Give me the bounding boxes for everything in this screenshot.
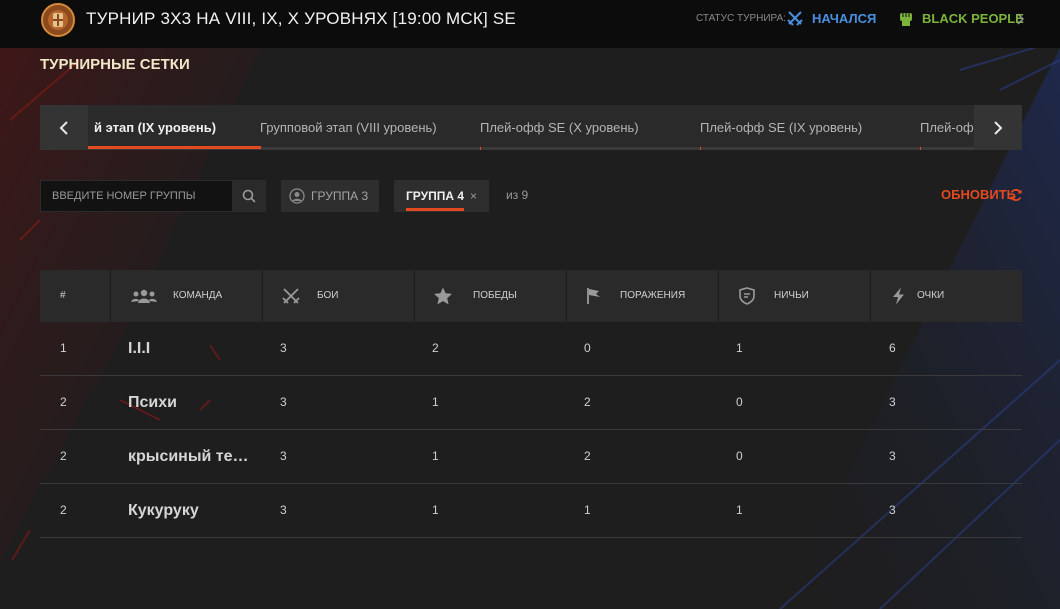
section-title: ТУРНИРНЫЕ СЕТКИ bbox=[40, 56, 190, 73]
points-cell: 3 bbox=[889, 449, 896, 463]
crossed-swords-icon bbox=[282, 288, 300, 304]
header-battles-label: БОИ bbox=[317, 290, 339, 301]
standings-table: # КОМАНДА БОИ ПОБЕДЫ ПОРАЖЕНИЯ НИЧЬИ ОЧК… bbox=[40, 270, 1022, 538]
rank-cell: 1 bbox=[60, 341, 67, 355]
battles-cell: 3 bbox=[280, 341, 287, 355]
tabs-viewport: й этап (IX уровень) Групповой этап (VIII… bbox=[88, 105, 974, 150]
star-icon bbox=[434, 287, 452, 305]
rank-cell: 2 bbox=[60, 503, 67, 517]
tab-stage-4[interactable]: Плей-офф SE (IX уровень) bbox=[700, 105, 862, 150]
tab-stage-3[interactable]: Плей-офф SE (X уровень) bbox=[480, 105, 639, 150]
flag-icon bbox=[587, 288, 600, 304]
top-bar: ТУРНИР 3Х3 НА VIII, IX, X УРОВНЯХ [19:00… bbox=[0, 0, 1060, 48]
draws-cell: 1 bbox=[736, 341, 743, 355]
tab-stage-5[interactable]: Плей-оф bbox=[920, 105, 974, 150]
table-row[interactable]: 2 Психи 3 1 2 0 3 bbox=[40, 376, 1022, 430]
points-cell: 3 bbox=[889, 395, 896, 409]
battles-cell: 3 bbox=[280, 395, 287, 409]
chevron-right-icon bbox=[994, 120, 1003, 135]
close-icon[interactable]: × bbox=[470, 180, 477, 212]
header-team[interactable]: КОМАНДА bbox=[110, 270, 262, 322]
draws-cell: 0 bbox=[736, 395, 743, 409]
team-icon bbox=[131, 289, 157, 303]
status-label: СТАТУС ТУРНИРА: bbox=[696, 13, 787, 24]
table-row[interactable]: 2 крысиный те… 3 1 2 0 3 bbox=[40, 430, 1022, 484]
team-name-cell[interactable]: Психи bbox=[128, 376, 177, 429]
header-draws-label: НИЧЬИ bbox=[774, 290, 809, 301]
chevron-right-icon[interactable] bbox=[1016, 13, 1024, 25]
wins-cell: 1 bbox=[432, 449, 439, 463]
header-points-label: ОЧКИ bbox=[917, 290, 945, 301]
wins-cell: 2 bbox=[432, 341, 439, 355]
wins-cell: 1 bbox=[432, 395, 439, 409]
header-battles[interactable]: БОИ bbox=[262, 270, 414, 322]
battles-cell: 3 bbox=[280, 503, 287, 517]
user-circle-icon bbox=[289, 188, 305, 204]
stage-tabs: й этап (IX уровень) Групповой этап (VIII… bbox=[40, 105, 1022, 150]
tournament-title: ТУРНИР 3Х3 НА VIII, IX, X УРОВНЯХ [19:00… bbox=[86, 9, 516, 28]
header-rank-label: # bbox=[60, 290, 66, 301]
losses-cell: 2 bbox=[584, 395, 591, 409]
header-losses-label: ПОРАЖЕНИЯ bbox=[620, 290, 686, 301]
header-rank[interactable]: # bbox=[40, 270, 110, 322]
battles-cell: 3 bbox=[280, 449, 287, 463]
rank-cell: 2 bbox=[60, 395, 67, 409]
refresh-button[interactable]: ОБНОВИТЬ bbox=[941, 187, 1016, 202]
points-cell: 6 bbox=[889, 341, 896, 355]
tabs-next-button[interactable] bbox=[974, 105, 1022, 150]
tabs-prev-button[interactable] bbox=[40, 105, 88, 150]
group-3-label: ГРУППА 3 bbox=[311, 189, 369, 203]
search-button[interactable] bbox=[232, 181, 265, 211]
table-row[interactable]: 1 I.I.I 3 2 0 1 6 bbox=[40, 322, 1022, 376]
team-name-cell[interactable]: крысиный те… bbox=[128, 430, 249, 483]
header-draws[interactable]: НИЧЬИ bbox=[718, 270, 870, 322]
group-number-input[interactable] bbox=[41, 181, 231, 211]
draws-cell: 1 bbox=[736, 503, 743, 517]
group-4-chip[interactable]: ГРУППА 4 × bbox=[394, 180, 489, 212]
group-4-label: ГРУППА 4 bbox=[406, 189, 465, 203]
rank-cell: 2 bbox=[60, 449, 67, 463]
group-search bbox=[40, 180, 266, 212]
header-wins-label: ПОБЕДЫ bbox=[473, 290, 517, 301]
wins-cell: 1 bbox=[432, 503, 439, 517]
group-3-chip[interactable]: ГРУППА 3 bbox=[281, 180, 379, 212]
refresh-icon[interactable] bbox=[1009, 188, 1023, 202]
tournament-emblem-icon[interactable] bbox=[40, 2, 76, 38]
team-name-cell[interactable]: I.I.I bbox=[128, 322, 150, 375]
table-header: # КОМАНДА БОИ ПОБЕДЫ ПОРАЖЕНИЯ НИЧЬИ ОЧК… bbox=[40, 270, 1022, 322]
search-icon bbox=[242, 189, 256, 203]
header-wins[interactable]: ПОБЕДЫ bbox=[414, 270, 566, 322]
status-value: НАЧАЛСЯ bbox=[812, 11, 877, 26]
fist-icon bbox=[900, 13, 912, 26]
team-name-cell[interactable]: Кукуруку bbox=[128, 484, 199, 537]
header-points[interactable]: ОЧКИ bbox=[870, 270, 1022, 322]
active-group-underline bbox=[406, 208, 464, 211]
header-losses[interactable]: ПОРАЖЕНИЯ bbox=[566, 270, 718, 322]
shield-icon bbox=[739, 287, 755, 305]
active-tab-underline bbox=[88, 146, 261, 149]
losses-cell: 1 bbox=[584, 503, 591, 517]
table-row[interactable]: 2 Кукуруку 3 1 1 1 3 bbox=[40, 484, 1022, 538]
tab-stage-2[interactable]: Групповой этап (VIII уровень) bbox=[260, 105, 437, 150]
losses-cell: 2 bbox=[584, 449, 591, 463]
crossed-swords-icon bbox=[787, 11, 803, 26]
team-name-link[interactable]: BLACK PEOPLE bbox=[922, 11, 1024, 26]
groups-total: из 9 bbox=[506, 188, 529, 202]
lightning-icon bbox=[893, 287, 904, 305]
draws-cell: 0 bbox=[736, 449, 743, 463]
losses-cell: 0 bbox=[584, 341, 591, 355]
header-team-label: КОМАНДА bbox=[173, 290, 223, 301]
chevron-left-icon bbox=[59, 120, 68, 135]
points-cell: 3 bbox=[889, 503, 896, 517]
tab-stage-1[interactable]: й этап (IX уровень) bbox=[94, 105, 216, 150]
